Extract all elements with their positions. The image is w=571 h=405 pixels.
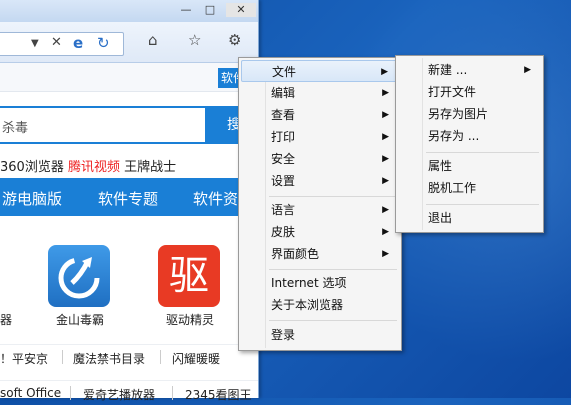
maximize-button[interactable]: □ — [200, 3, 220, 17]
menu-item-login[interactable]: 登录 — [241, 324, 399, 346]
bookmark-strip: 软件 — [0, 63, 258, 92]
menu-label: 设置 — [271, 174, 296, 188]
refresh-icon[interactable]: ↻ — [97, 33, 110, 53]
menu-label: 查看 — [271, 108, 296, 122]
submenu-arrow-icon: ▶ — [381, 67, 388, 77]
menu-label: 另存为 ... — [428, 129, 480, 143]
kingsoft-antivirus-icon[interactable] — [48, 245, 110, 307]
menu-separator — [426, 152, 539, 153]
menu-label: 属性 — [428, 159, 453, 173]
search-input[interactable]: 杀毒 — [0, 106, 207, 144]
menu-item-exit[interactable]: 退出 — [398, 207, 541, 229]
search-input-text: 杀毒 — [2, 121, 29, 136]
submenu-arrow-icon: ▶ — [382, 88, 389, 98]
menu-item-open-file[interactable]: 打开文件 — [398, 81, 541, 103]
nav-item[interactable]: 游电脑版 — [2, 188, 62, 209]
menu-item-ui-color[interactable]: 界面颜色 ▶ — [241, 243, 399, 265]
category-nav: 游电脑版 软件专题 软件资 — [0, 178, 258, 216]
menu-label: 安全 — [271, 152, 296, 166]
menu-item-about[interactable]: 关于本浏览器 — [241, 294, 399, 316]
menu-separator — [269, 269, 397, 270]
menu-label: 打开文件 — [428, 85, 477, 99]
menu-item-internet-options[interactable]: Internet 选项 — [241, 272, 399, 294]
link-item[interactable]: 魔法禁书目录 — [73, 350, 145, 367]
menu-item-security[interactable]: 安全 ▶ — [241, 148, 399, 170]
menu-label: 退出 — [428, 211, 453, 225]
hot-link[interactable]: 腾讯视频 — [68, 160, 120, 175]
app-label[interactable]: 金山毒霸 — [56, 311, 104, 328]
link-item[interactable]: 爱奇艺播放器 — [83, 386, 155, 403]
hot-link[interactable]: 360浏览器 — [0, 160, 64, 175]
nav-item[interactable]: 软件资 — [193, 188, 238, 209]
submenu-arrow-icon: ▶ — [382, 227, 389, 237]
file-submenu: 新建 ... ▶ 打开文件 另存为图片 另存为 ... 属性 脱机工作 退出 — [395, 55, 544, 233]
link-item[interactable]: ！平安京 — [0, 350, 48, 367]
clear-icon[interactable]: ✕ — [51, 33, 62, 53]
menu-item-language[interactable]: 语言 ▶ — [241, 199, 399, 221]
menu-item-save-as[interactable]: 另存为 ... — [398, 125, 541, 147]
hot-link[interactable]: 王牌战士 — [124, 160, 176, 175]
menu-item-save-as-image[interactable]: 另存为图片 — [398, 103, 541, 125]
menu-item-new[interactable]: 新建 ... ▶ — [398, 59, 541, 81]
links-row: soft Office 爱奇艺播放器 2345看图王 — [0, 380, 258, 405]
submenu-arrow-icon: ▶ — [382, 176, 389, 186]
menu-label: 打印 — [271, 130, 296, 144]
close-button[interactable]: ✕ — [226, 3, 256, 17]
driver-genius-icon[interactable]: 驱 — [158, 245, 220, 307]
menu-item-view[interactable]: 查看 ▶ — [241, 104, 399, 126]
menu-item-print[interactable]: 打印 ▶ — [241, 126, 399, 148]
main-menu: 文件 ▶ 编辑 ▶ 查看 ▶ 打印 ▶ 安全 ▶ 设置 ▶ 语言 ▶ 皮肤 ▶ 界面颜色 ▶ In… — [238, 57, 402, 351]
menu-item-work-offline[interactable]: 脱机工作 — [398, 177, 541, 199]
menu-label: 关于本浏览器 — [271, 298, 344, 312]
menu-item-settings[interactable]: 设置 ▶ — [241, 170, 399, 192]
menu-label: 文件 — [272, 65, 297, 79]
menu-label: 新建 ... — [428, 63, 468, 77]
menu-label: 语言 — [271, 203, 296, 217]
dropdown-arrow-icon[interactable]: ▼ — [31, 34, 39, 54]
menu-label: 脱机工作 — [428, 181, 477, 195]
hot-links: 360浏览器 腾讯视频 王牌战士 — [0, 156, 176, 175]
menu-label: 登录 — [271, 328, 296, 342]
submenu-arrow-icon: ▶ — [524, 65, 531, 75]
submenu-arrow-icon: ▶ — [382, 205, 389, 215]
menu-separator — [269, 196, 397, 197]
app-label[interactable]: 驱动精灵 — [166, 311, 214, 328]
app-label[interactable]: 器 — [0, 311, 12, 328]
ie-icon[interactable]: e — [73, 33, 83, 53]
home-icon[interactable]: ⌂ — [148, 30, 158, 50]
minimize-button[interactable]: — — [176, 3, 196, 17]
submenu-arrow-icon: ▶ — [382, 249, 389, 259]
nav-item[interactable]: 软件专题 — [98, 188, 158, 209]
submenu-arrow-icon: ▶ — [382, 154, 389, 164]
menu-item-properties[interactable]: 属性 — [398, 155, 541, 177]
link-item[interactable]: 2345看图王 — [185, 386, 252, 403]
menu-item-skin[interactable]: 皮肤 ▶ — [241, 221, 399, 243]
favorite-icon[interactable]: ☆ — [188, 30, 201, 50]
menu-item-file[interactable]: 文件 ▶ — [241, 60, 399, 82]
menu-label: 编辑 — [271, 86, 296, 100]
menu-label: 界面颜色 — [271, 247, 320, 261]
links-row: ！平安京 魔法禁书目录 闪耀暖暖 — [0, 344, 258, 369]
menu-separator — [269, 320, 397, 321]
divider — [62, 350, 63, 364]
link-item[interactable]: 闪耀暖暖 — [172, 350, 220, 367]
menu-label: Internet 选项 — [271, 276, 347, 290]
submenu-arrow-icon: ▶ — [382, 110, 389, 120]
submenu-arrow-icon: ▶ — [382, 132, 389, 142]
menu-item-edit[interactable]: 编辑 ▶ — [241, 82, 399, 104]
gear-icon[interactable]: ⚙ — [228, 30, 241, 50]
menu-separator — [426, 204, 539, 205]
divider — [160, 350, 161, 364]
menu-label: 皮肤 — [271, 225, 296, 239]
menu-label: 另存为图片 — [428, 107, 489, 121]
address-bar[interactable]: ▼ ✕ e ↻ — [0, 32, 124, 56]
toolbar: ▼ ✕ e ↻ ⌂ ☆ ⚙ — [0, 22, 258, 63]
title-bar: — □ ✕ — [0, 0, 258, 22]
